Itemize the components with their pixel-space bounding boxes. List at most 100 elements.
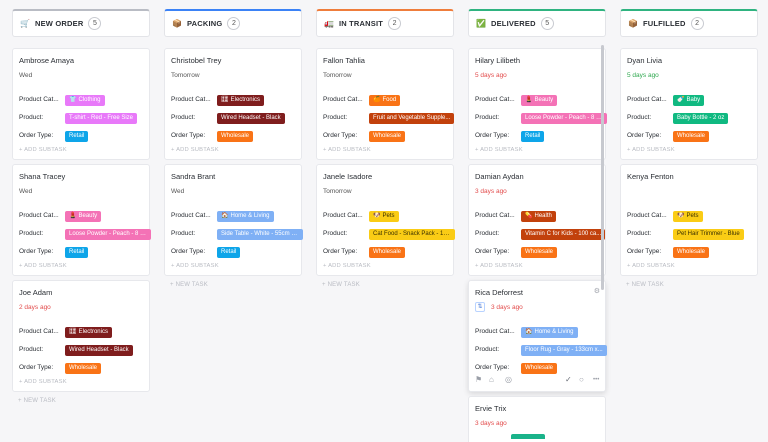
product-tag[interactable]: Floor Rug - Gray - 133cm x...: [521, 345, 607, 356]
order_type-tag[interactable]: Wholesale: [673, 247, 710, 258]
more-icon[interactable]: •••: [593, 375, 599, 385]
new-task-button[interactable]: + NEW TASK: [626, 282, 664, 288]
due-date[interactable]: Tomorrow: [323, 72, 352, 79]
add-subtask-button[interactable]: + ADD SUBTASK: [627, 263, 675, 269]
order_type-tag[interactable]: Wholesale: [217, 131, 254, 142]
add-subtask-button[interactable]: + ADD SUBTASK: [323, 263, 371, 269]
eye-icon[interactable]: ◎: [505, 375, 512, 385]
delivered-column-scrollbar[interactable]: [601, 45, 604, 290]
add-subtask-button[interactable]: + ADD SUBTASK: [171, 263, 219, 269]
task-title[interactable]: Dyan Livia: [627, 56, 662, 65]
column-header[interactable]: 📦 FULFILLED 2: [620, 9, 758, 37]
column-header[interactable]: 🚛 IN TRANSIT 2: [316, 9, 454, 37]
due-date[interactable]: 3 days ago: [475, 188, 507, 195]
product-tag[interactable]: Wired Headset - Black: [65, 345, 133, 356]
column-header[interactable]: ✅ DELIVERED 5: [468, 9, 606, 37]
task-card[interactable]: Sandra Brant Wed Product Cat... 🏠 Home & Liv…: [164, 164, 303, 276]
task-title[interactable]: Ambrose Amaya: [19, 56, 74, 65]
task-title[interactable]: Sandra Brant: [171, 172, 215, 181]
order_type-tag[interactable]: Wholesale: [369, 131, 406, 142]
task-title[interactable]: Kenya Fenton: [627, 172, 674, 181]
order_type-tag[interactable]: Wholesale: [521, 247, 558, 258]
order_type-tag[interactable]: Wholesale: [65, 363, 102, 374]
due-date[interactable]: Wed: [171, 188, 184, 195]
task-title[interactable]: Ervie Trix: [475, 404, 506, 413]
order_type-tag[interactable]: Wholesale: [673, 131, 710, 142]
task-title[interactable]: Rica Deforrest: [475, 288, 523, 297]
category-tag[interactable]: 👕 Clothing: [65, 95, 105, 106]
category-tag[interactable]: 🏠 Home & Living: [217, 211, 274, 222]
task-title[interactable]: Fallon Tahlia: [323, 56, 365, 65]
due-date[interactable]: 2 days ago: [19, 304, 51, 311]
task-card[interactable]: Ervie Trix 3 days ago: [468, 396, 606, 442]
task-card[interactable]: Joe Adam 2 days ago Product Cat... 🎛 Electro…: [12, 280, 150, 392]
product-tag[interactable]: Cat Food - Snack Pack - 10...: [369, 229, 455, 240]
task-title[interactable]: Janele Isadore: [323, 172, 372, 181]
task-title[interactable]: Christobel Trey: [171, 56, 221, 65]
task-card[interactable]: Ambrose Amaya Wed Product Cat... 👕 Clothing P…: [12, 48, 150, 160]
task-title[interactable]: Joe Adam: [19, 288, 52, 297]
task-card[interactable]: Rica Deforrest ⇅ ⚙ 3 days ago Product Cat...…: [468, 280, 607, 392]
add-subtask-button[interactable]: + ADD SUBTASK: [323, 147, 371, 153]
task-title[interactable]: Shana Tracey: [19, 172, 65, 181]
product-tag[interactable]: Baby Bottle - 2 oz: [673, 113, 729, 124]
due-date[interactable]: Wed: [19, 188, 32, 195]
due-date[interactable]: Wed: [19, 72, 32, 79]
task-card[interactable]: Damian Aydan 3 days ago Product Cat... 💊 Hea…: [468, 164, 606, 276]
column-header[interactable]: 📦 PACKING 2: [164, 9, 302, 37]
task-title[interactable]: Damian Aydan: [475, 172, 524, 181]
add-subtask-button[interactable]: + ADD SUBTASK: [627, 147, 675, 153]
category-tag[interactable]: 🍼 Baby: [673, 95, 705, 106]
new-task-button[interactable]: + NEW TASK: [170, 282, 208, 288]
product-tag[interactable]: Loose Powder - Peach - 8 g...: [521, 113, 607, 124]
due-date[interactable]: 3 days ago: [491, 304, 523, 311]
product-tag[interactable]: T-shirt - Red - Free Size: [65, 113, 138, 124]
product-tag[interactable]: Side Table - White - 55cm x...: [217, 229, 303, 240]
product-tag[interactable]: Fruit and Vegetable Supple...: [369, 113, 455, 124]
add-subtask-button[interactable]: + ADD SUBTASK: [19, 263, 67, 269]
task-card[interactable]: Dyan Livia 5 days ago Product Cat... 🍼 Baby P…: [620, 48, 758, 160]
due-date[interactable]: 3 days ago: [475, 420, 507, 427]
order_type-tag[interactable]: Retail: [65, 131, 89, 142]
settings-icon[interactable]: ⚙: [594, 287, 600, 295]
order_type-tag[interactable]: Wholesale: [369, 247, 406, 258]
category-tag[interactable]: 💊 Health: [521, 211, 556, 222]
due-date[interactable]: Tomorrow: [323, 188, 352, 195]
category-tag[interactable]: 🎛 Electronics: [65, 327, 112, 338]
new-task-button[interactable]: + NEW TASK: [322, 282, 360, 288]
column-header[interactable]: 🛒 NEW ORDER 5: [12, 9, 150, 37]
new-task-button[interactable]: + NEW TASK: [18, 398, 56, 404]
task-card[interactable]: Hilary Lilibeth 5 days ago Product Cat... 💄…: [468, 48, 607, 160]
due-date[interactable]: 5 days ago: [627, 72, 659, 79]
task-card[interactable]: Fallon Tahlia Tomorrow Product Cat... 🍊 Food…: [316, 48, 455, 160]
task-card[interactable]: Shana Tracey Wed Product Cat... 💄 Beauty Prod…: [12, 164, 151, 276]
due-date[interactable]: 5 days ago: [475, 72, 507, 79]
task-title[interactable]: Hilary Lilibeth: [475, 56, 520, 65]
add-subtask-button[interactable]: + ADD SUBTASK: [475, 147, 523, 153]
category-tag[interactable]: 💄 Beauty: [65, 211, 102, 222]
flag-icon[interactable]: ⚑: [475, 375, 482, 385]
due-date[interactable]: Tomorrow: [171, 72, 200, 79]
task-card[interactable]: Christobel Trey Tomorrow Product Cat... 🎛 El…: [164, 48, 302, 160]
category-tag[interactable]: 🐶 Pets: [673, 211, 703, 222]
add-subtask-button[interactable]: + ADD SUBTASK: [19, 379, 67, 385]
order_type-tag[interactable]: Retail: [217, 247, 241, 258]
circle-icon[interactable]: ○: [579, 375, 584, 385]
task-card[interactable]: Kenya Fenton Product Cat... 🐶 Pets Product: P…: [620, 164, 758, 276]
product-tag[interactable]: Pet Hair Trimmer - Blue: [673, 229, 744, 240]
order_type-tag[interactable]: Retail: [521, 131, 545, 142]
category-tag[interactable]: 🎛 Electronics: [217, 95, 264, 106]
task-card[interactable]: Janele Isadore Tomorrow Product Cat... 🐶 Pet…: [316, 164, 455, 276]
category-tag[interactable]: 🏠 Home & Living: [521, 327, 578, 338]
check-icon[interactable]: ✓: [565, 375, 572, 385]
category-tag[interactable]: 💄 Beauty: [521, 95, 558, 106]
product-tag[interactable]: Wired Headset - Black: [217, 113, 285, 124]
category-tag[interactable]: 🍊 Food: [369, 95, 401, 106]
tag-icon[interactable]: ⌂: [489, 375, 494, 385]
product-tag[interactable]: Vitamin C for Kids - 100 ca...: [521, 229, 606, 240]
order_type-tag[interactable]: Retail: [65, 247, 89, 258]
add-subtask-button[interactable]: + ADD SUBTASK: [19, 147, 67, 153]
category-tag[interactable]: 🐶 Pets: [369, 211, 399, 222]
order_type-tag[interactable]: Wholesale: [521, 363, 558, 374]
add-subtask-button[interactable]: + ADD SUBTASK: [171, 147, 219, 153]
